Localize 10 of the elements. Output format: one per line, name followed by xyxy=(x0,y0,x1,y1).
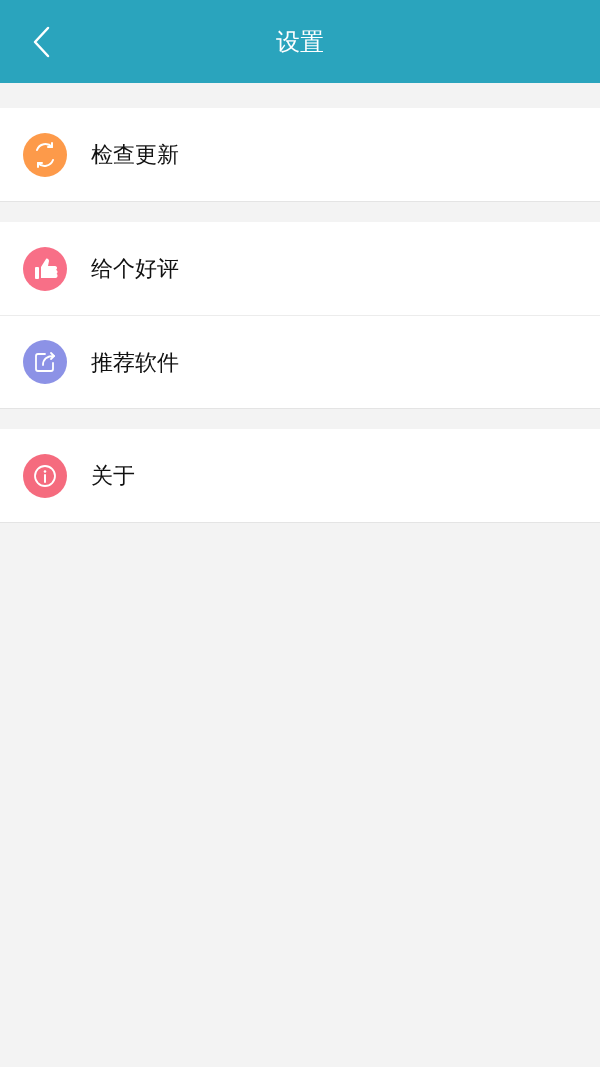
settings-row[interactable]: 推荐软件 xyxy=(0,315,600,408)
settings-row[interactable]: 给个好评 xyxy=(0,222,600,315)
page-title: 设置 xyxy=(276,26,324,57)
row-label: 关于 xyxy=(91,462,135,490)
back-icon xyxy=(33,26,51,58)
row-label: 给个好评 xyxy=(91,255,179,283)
row-label: 推荐软件 xyxy=(91,348,179,377)
settings-row[interactable]: 检查更新 xyxy=(0,108,600,201)
row-label: 检查更新 xyxy=(91,141,179,169)
settings-row[interactable]: 关于 xyxy=(0,429,600,522)
